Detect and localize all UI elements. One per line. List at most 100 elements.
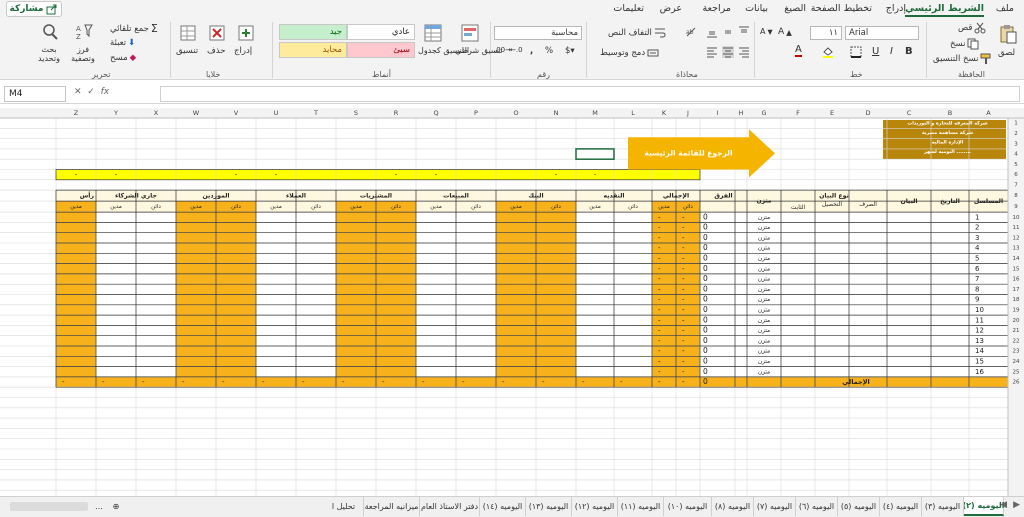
sheet-tab[interactable]: اليوميه (٣): [922, 497, 964, 516]
insert-cells-button[interactable]: إدراج: [234, 46, 252, 56]
fill-button[interactable]: تعبئة ⬇: [110, 38, 135, 48]
horizontal-scrollbar[interactable]: [10, 502, 88, 511]
comma-icon[interactable]: ,: [530, 46, 533, 56]
clear-button[interactable]: مسح ◆: [110, 53, 136, 63]
row-diff-value: 0: [703, 336, 708, 345]
tab-help[interactable]: تعليمات: [613, 3, 644, 14]
underline-icon[interactable]: U: [872, 46, 879, 57]
border-icon[interactable]: [850, 46, 862, 58]
sheet-tab[interactable]: اليوميه (١٠): [664, 497, 712, 516]
sheet-tab[interactable]: دفتر الاستاذ العام: [420, 497, 480, 516]
tab-view[interactable]: عرض: [660, 3, 682, 14]
align-left-icon[interactable]: [706, 46, 718, 58]
enter-icon[interactable]: ✓: [87, 87, 95, 97]
header-statement: البيان: [900, 198, 917, 205]
autosum-button[interactable]: جمع تلقائي Σ: [110, 22, 158, 35]
style-bad[interactable]: سيئ: [347, 42, 415, 58]
fill-color-icon[interactable]: [822, 46, 834, 58]
sheet-tab[interactable]: اليوميه (٢): [962, 497, 1005, 516]
tab-home[interactable]: الشريط الرئيسي: [905, 3, 984, 17]
sheet-tab[interactable]: اليوميه (١٢): [572, 497, 618, 516]
wrap-text-button[interactable]: التفاف النص: [608, 27, 666, 39]
format-painter-button[interactable]: نسخ التنسيق: [933, 53, 992, 65]
format-as-table-icon[interactable]: [423, 23, 443, 43]
font-size-select[interactable]: ١١: [810, 26, 842, 40]
orientation-icon[interactable]: ab: [685, 26, 697, 38]
font-name-select[interactable]: Arial: [845, 26, 919, 40]
insert-cells-icon[interactable]: [236, 23, 256, 43]
currency-icon[interactable]: $▾: [565, 46, 575, 56]
scroll-right-icon[interactable]: ◀: [1000, 500, 1007, 510]
number-format-select[interactable]: محاسبة: [494, 26, 582, 40]
serial-number: 6: [975, 265, 980, 273]
company-line: شركة مساهمة مصرية: [922, 130, 974, 136]
increase-decimal-icon[interactable]: ←.0: [510, 46, 523, 54]
sheet-tab[interactable]: اليوميه (٧): [754, 497, 796, 516]
sheet-tab[interactable]: اليوميه (٦): [796, 497, 838, 516]
font-color-icon[interactable]: A: [795, 45, 802, 57]
scroll-left-icon[interactable]: ▶: [1013, 500, 1020, 510]
sheet-tab[interactable]: اليوميه (١٣): [526, 497, 572, 516]
style-normal[interactable]: عادي: [347, 24, 415, 40]
delete-cells-button[interactable]: حذف: [207, 46, 226, 56]
add-sheet-icon[interactable]: ⊕: [108, 497, 124, 516]
sheet-tab[interactable]: اليوميه (٥): [838, 497, 880, 516]
align-top-icon[interactable]: [738, 26, 750, 38]
ledger-group-header: المشتريات: [360, 193, 392, 200]
format-cells-button[interactable]: تنسيق: [176, 46, 198, 56]
find-select-button[interactable]: بحث وتحديد: [30, 45, 68, 63]
find-select-icon[interactable]: [40, 22, 60, 42]
sheet-tab[interactable]: ميزانيه المراجعة: [364, 497, 420, 516]
style-neutral[interactable]: محايد: [279, 42, 347, 58]
cancel-icon[interactable]: ✕: [74, 87, 82, 97]
worksheet-grid[interactable]: A B C D E F G H I J K L M N O P Q R S T U V W X Y Z 1 2 3 4 5 6 7 8 9 10 11 1…: [0, 108, 1024, 496]
tab-insert[interactable]: إدراج: [886, 3, 906, 14]
copy-button[interactable]: نسخ: [950, 38, 979, 50]
sheet-tab[interactable]: اليوميه (١١): [618, 497, 664, 516]
row-header: 6: [1014, 172, 1018, 178]
sheet-tab[interactable]: تحليل ا: [324, 497, 364, 516]
align-bottom-icon[interactable]: [706, 26, 718, 38]
sheet-tab[interactable]: اليوميه (٨): [712, 497, 754, 516]
tab-review[interactable]: مراجعة: [702, 3, 731, 14]
orange-column-fill: [676, 201, 700, 377]
cells-group-label: خلايا: [206, 70, 221, 79]
conditional-formatting-icon[interactable]: [460, 23, 480, 43]
header-expense: الصرف: [859, 202, 877, 208]
paste-icon[interactable]: [998, 24, 1018, 44]
paste-button[interactable]: لصق: [998, 48, 1015, 58]
share-button[interactable]: مشاركة: [6, 1, 62, 17]
autosum-label: جمع تلقائي: [110, 23, 149, 34]
sort-filter-button[interactable]: فرز وتصفية: [68, 45, 98, 63]
name-box[interactable]: M4: [4, 86, 66, 102]
svg-text:A: A: [76, 25, 81, 33]
shrink-font-icon[interactable]: A ▼: [760, 27, 773, 36]
sort-filter-icon[interactable]: AZ: [74, 22, 94, 42]
cut-label: قص: [958, 23, 973, 33]
align-middle-icon[interactable]: [722, 26, 734, 38]
percent-icon[interactable]: %: [545, 46, 553, 56]
formula-input[interactable]: [160, 86, 1020, 102]
more-sheets-icon[interactable]: …: [92, 497, 106, 516]
delete-cells-icon[interactable]: [207, 23, 227, 43]
column-header-t: T: [313, 109, 318, 117]
grow-font-icon[interactable]: A ▲: [778, 27, 792, 37]
italic-icon[interactable]: I: [890, 46, 893, 57]
format-cells-icon[interactable]: [178, 23, 198, 43]
fx-icon[interactable]: fx: [101, 87, 110, 97]
format-as-table-button[interactable]: التنسيق كجدول: [418, 46, 469, 55]
tab-data[interactable]: بيانات: [745, 3, 768, 14]
align-center-icon[interactable]: [722, 46, 734, 58]
align-right-icon[interactable]: [738, 46, 750, 58]
tab-formulas[interactable]: الصيغ: [784, 3, 806, 14]
sheet-tab[interactable]: اليوميه (١٤): [480, 497, 526, 516]
style-good[interactable]: جيد: [279, 24, 347, 40]
tab-file[interactable]: ملف: [996, 3, 1014, 14]
tab-page-layout[interactable]: تخطيط الصفحة: [811, 3, 872, 14]
alignment-group-label: محاذاة: [676, 70, 698, 79]
merge-center-button[interactable]: دمج وتوسيط: [600, 47, 659, 59]
cut-button[interactable]: قص: [958, 22, 986, 34]
sheet-tab[interactable]: اليوميه (٤): [880, 497, 922, 516]
svg-text:Z: Z: [76, 33, 81, 41]
bold-icon[interactable]: B: [905, 46, 913, 57]
